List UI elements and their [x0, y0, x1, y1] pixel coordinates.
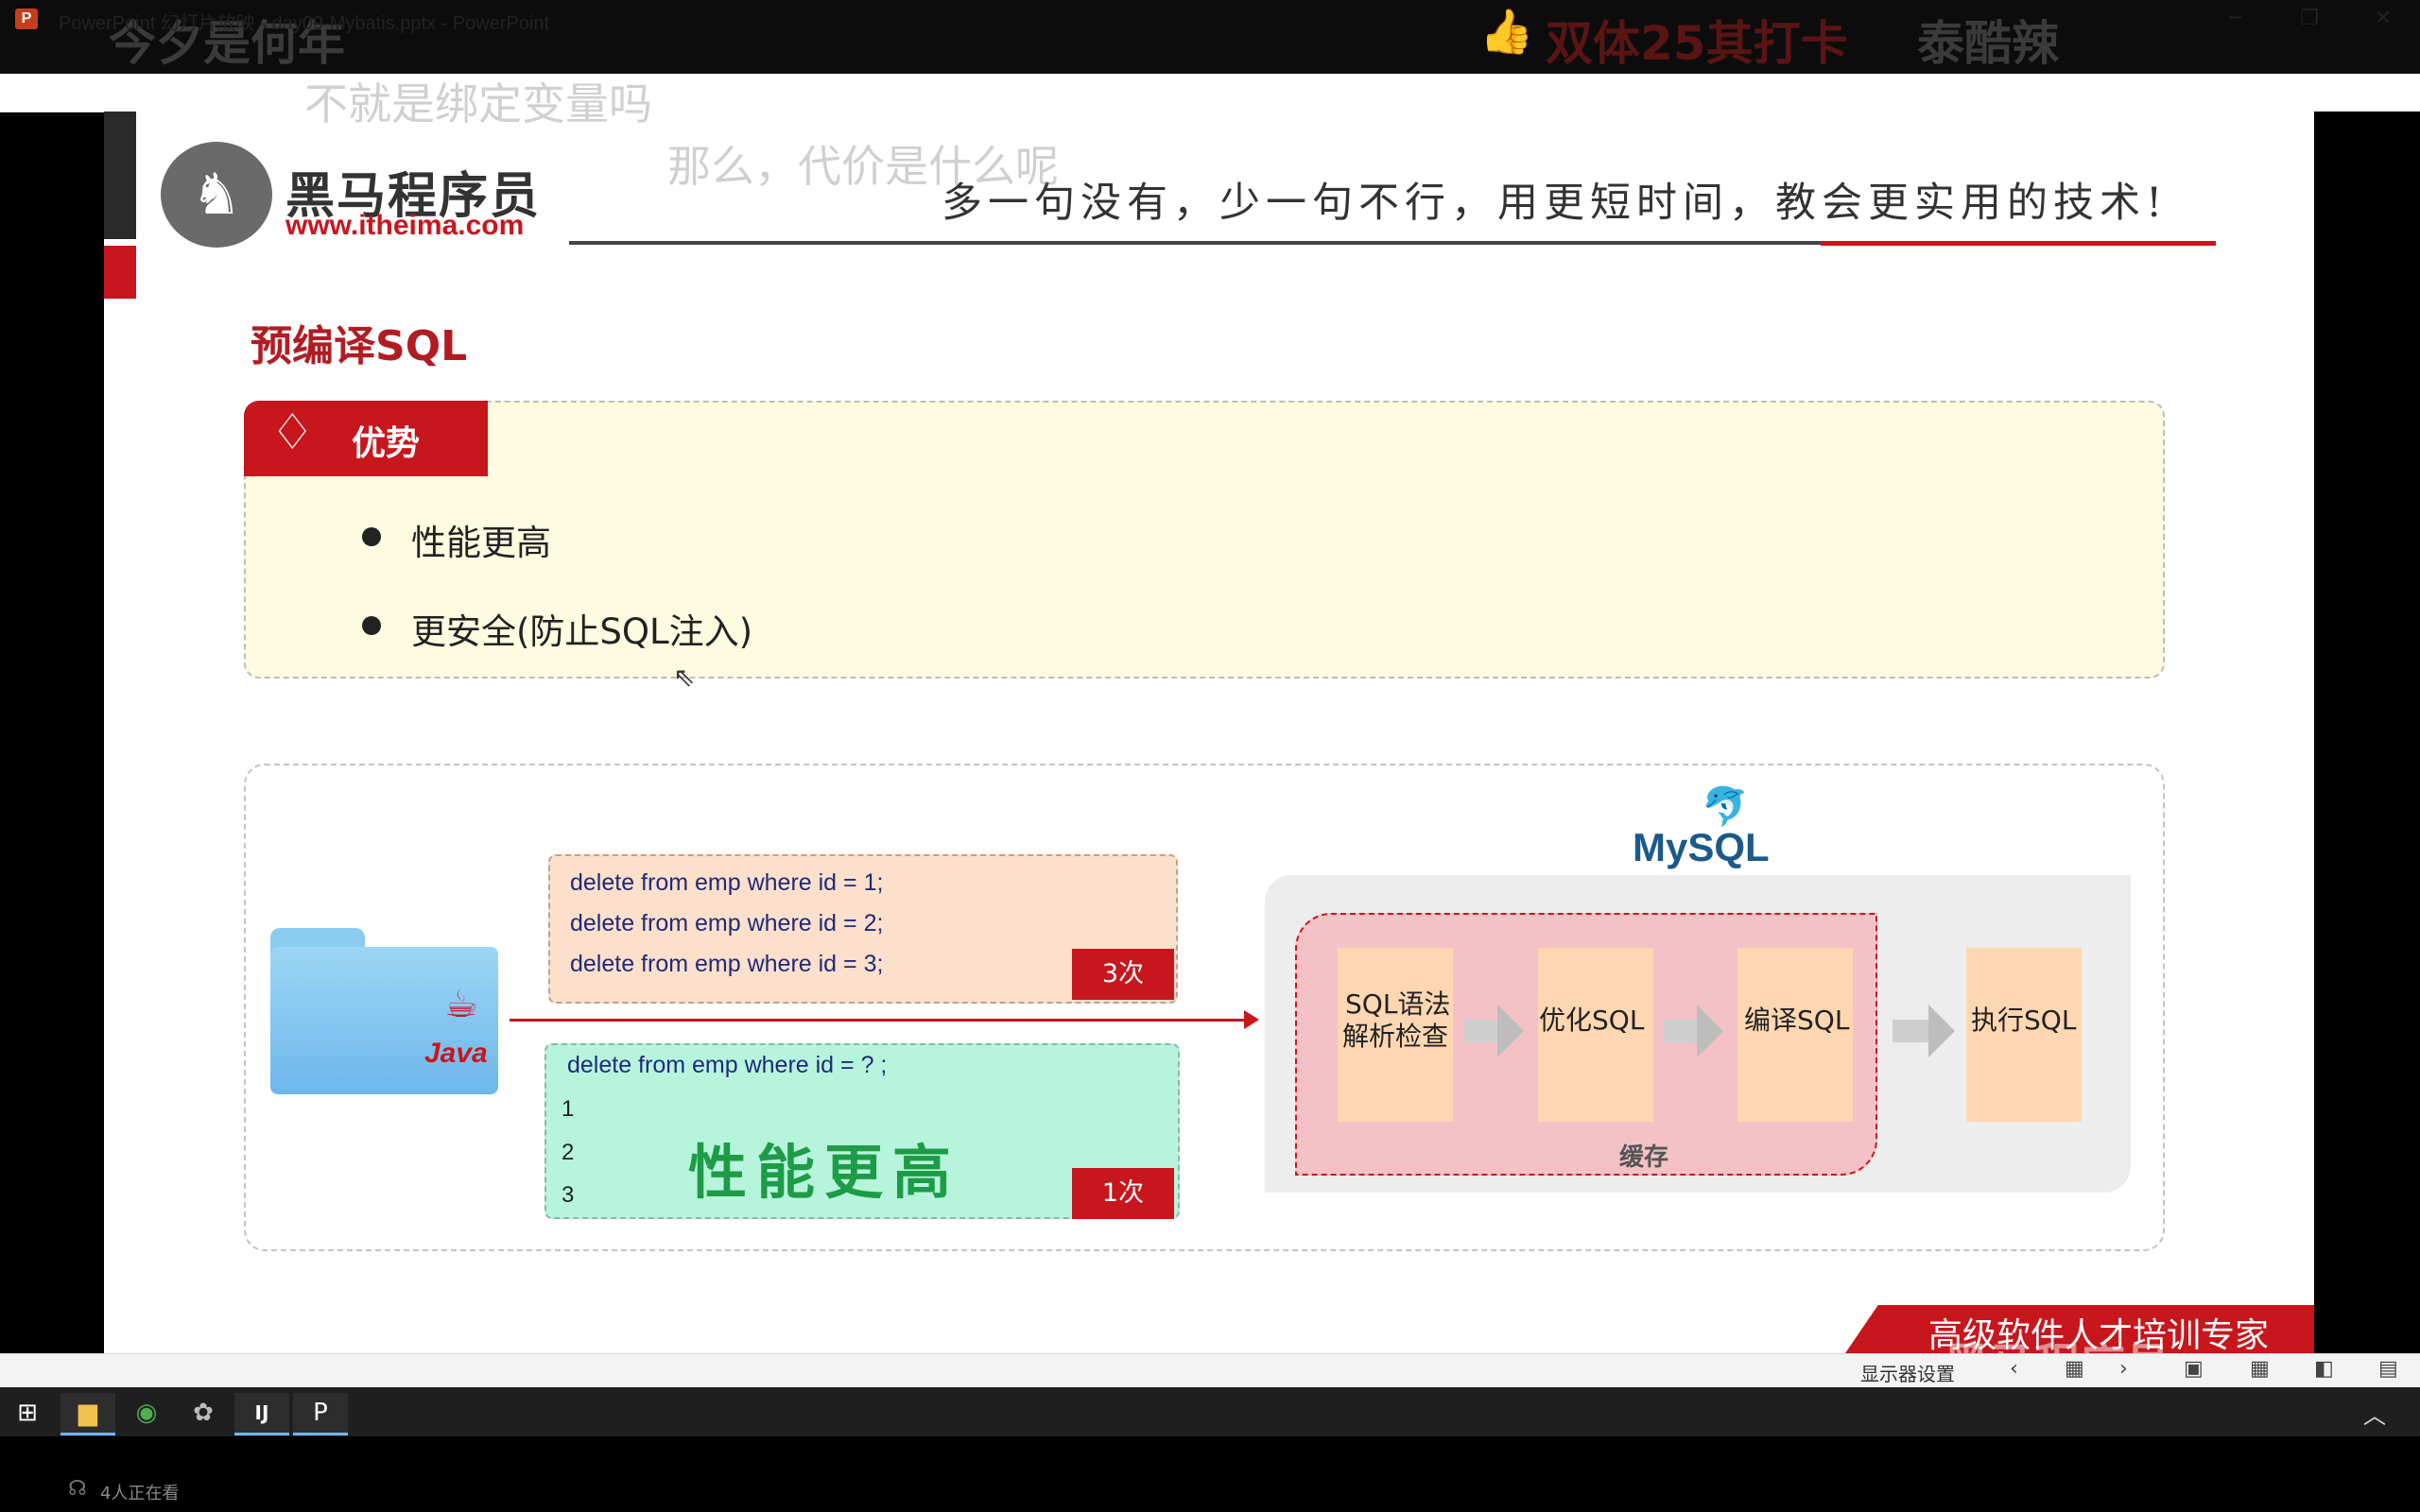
previous-slide-icon[interactable]: ‹ [2010, 1357, 2018, 1381]
param-value: 2 [562, 1140, 575, 1165]
slide-slogan: 多一句没有，少一句不行，用更短时间，教会更实用的技术! [942, 180, 2169, 227]
window-title: PowerPoint 幻灯片放映 - day09-Mybatis.pptx - … [59, 13, 550, 34]
slide-decor-bar-red [104, 246, 136, 299]
step-arrow [1663, 1020, 1701, 1042]
viewers-icon: ☊ [68, 1477, 87, 1501]
step-label: 编译SQL [1744, 1005, 1850, 1036]
maximize-button[interactable]: ❐ [2281, 4, 2338, 34]
arrow-head-icon [1244, 1010, 1259, 1029]
count-badge: 3次 [1072, 949, 1174, 1000]
flow-arrow [510, 1019, 1249, 1022]
slide-grid-icon[interactable]: ▦ [2065, 1357, 2084, 1381]
step-label: 优化SQL [1539, 1005, 1645, 1036]
overlay-subtitle: 那么，代价是什么呢 [667, 141, 1059, 192]
slogan-underline [569, 241, 1821, 245]
viewer-count: 4人正在看 [100, 1484, 180, 1503]
minimize-button[interactable]: ─ [2207, 4, 2264, 34]
slide-heading: 预编译SQL [251, 322, 468, 370]
code-line: delete from emp where id = 3; [570, 951, 884, 977]
step-arrow-icon [1928, 1005, 1955, 1057]
slideshow-status-bar [0, 1353, 2420, 1388]
step-label: SQL语法 [1345, 988, 1451, 1020]
mouse-cursor-icon: ⇖ [673, 662, 696, 693]
step-label: 解析检查 [1342, 1021, 1449, 1052]
advantages-title: 优势 [352, 424, 421, 463]
overlay-subtitle: 不就是绑定变量吗 [304, 78, 652, 129]
overlay-punch-text: 双体25其打卡 [1546, 16, 1848, 71]
java-cup-icon: ☕ [444, 983, 478, 1026]
slideshow-margin [2314, 112, 2420, 1353]
slide-decor-bar [104, 112, 136, 239]
bullet-icon [362, 616, 381, 635]
param-value: 1 [562, 1096, 575, 1122]
code-line: delete from emp where id = ? ; [567, 1052, 888, 1078]
bullet-icon [362, 527, 381, 546]
diamond-icon: ♢ [270, 404, 315, 461]
advantage-item: 性能更高 [411, 523, 551, 563]
slogan-underline-accent [1821, 241, 2216, 246]
intellij-idea-icon[interactable]: IJ [234, 1393, 289, 1435]
step-label: 执行SQL [1971, 1005, 2077, 1036]
viewer-bar [0, 1436, 2420, 1512]
thumbs-up-icon: 👍 [1479, 6, 1534, 57]
slideshow-view-icon[interactable]: ▤ [2378, 1357, 2398, 1381]
step-arrow-icon [1697, 1005, 1723, 1057]
next-slide-icon[interactable]: › [2119, 1357, 2128, 1381]
powerpoint-taskbar-icon[interactable]: P [293, 1393, 348, 1435]
file-explorer-icon[interactable]: ▆ [60, 1393, 115, 1435]
start-button-icon[interactable]: ⊞ [0, 1393, 55, 1433]
overlay-user: 泰酷辣 [1917, 16, 2059, 71]
reading-view-icon[interactable]: ◧ [2314, 1357, 2334, 1381]
windows-taskbar [0, 1387, 2420, 1436]
app-icon[interactable]: ✿ [176, 1393, 231, 1433]
code-line: delete from emp where id = 2; [570, 910, 884, 936]
advantage-item: 更安全(防止SQL注入) [411, 611, 753, 652]
horse-logo-icon: ♞ [161, 142, 272, 248]
mysql-dolphin-icon: 🐬 [1702, 785, 1749, 829]
step-arrow [1893, 1020, 1930, 1042]
display-settings-button[interactable]: 显示器设置 [1860, 1359, 1955, 1386]
count-badge: 1次 [1072, 1168, 1174, 1219]
chrome-icon[interactable]: ◉ [119, 1393, 174, 1433]
step-arrow [1463, 1020, 1501, 1042]
performance-label: 性能更高 [688, 1138, 961, 1207]
slide-sorter-icon[interactable]: ▦ [2250, 1357, 2270, 1381]
logo-url: www.itheima.com [285, 210, 525, 241]
close-button[interactable]: ✕ [2355, 4, 2411, 34]
normal-view-icon[interactable]: ▣ [2184, 1357, 2204, 1381]
param-value: 3 [562, 1182, 575, 1208]
java-label: Java [424, 1038, 488, 1069]
tray-chevron-icon[interactable]: ︿ [2363, 1397, 2386, 1430]
step-arrow-icon [1497, 1005, 1524, 1057]
powerpoint-icon: P [15, 9, 38, 29]
code-line: delete from emp where id = 1; [570, 869, 884, 896]
mysql-logo: MySQL [1633, 825, 1770, 869]
cache-label: 缓存 [1619, 1143, 1669, 1172]
